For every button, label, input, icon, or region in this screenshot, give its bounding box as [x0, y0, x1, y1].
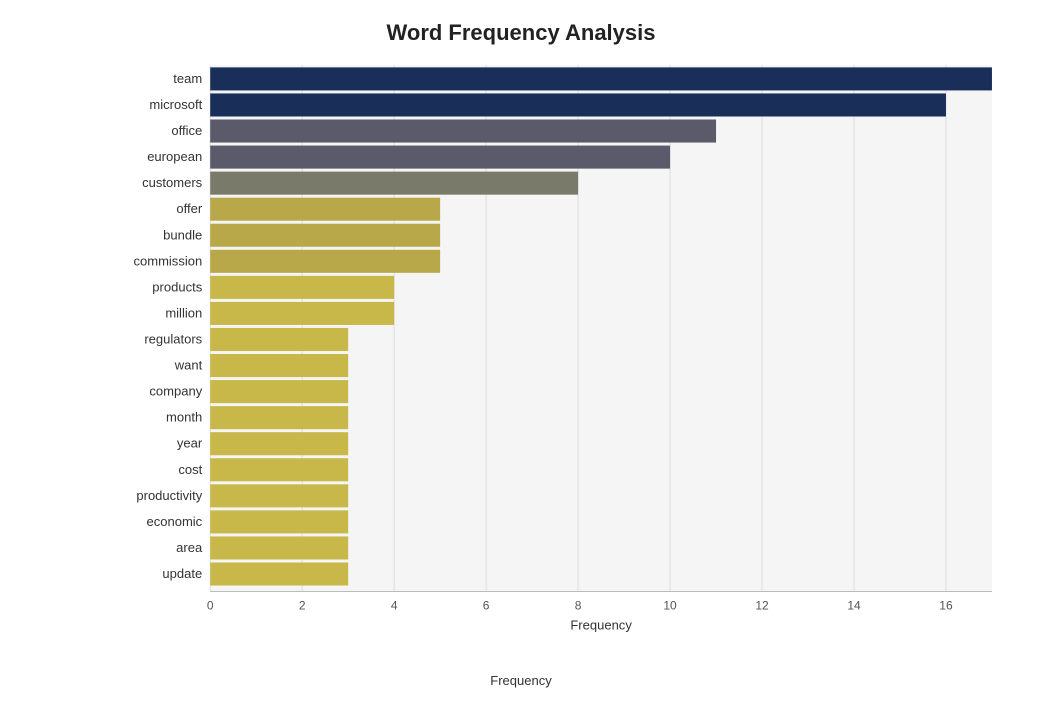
svg-text:Frequency: Frequency	[570, 618, 632, 633]
svg-text:commission: commission	[133, 253, 202, 268]
svg-text:4: 4	[391, 599, 398, 613]
svg-text:12: 12	[755, 599, 769, 613]
svg-text:regulators: regulators	[144, 331, 202, 346]
svg-text:bundle: bundle	[163, 227, 202, 242]
svg-text:products: products	[152, 279, 202, 294]
svg-text:update: update	[162, 566, 202, 581]
chart-title: Word Frequency Analysis	[30, 20, 1012, 46]
svg-text:productivity: productivity	[136, 488, 202, 503]
svg-text:team: team	[173, 71, 202, 86]
svg-text:10: 10	[663, 599, 677, 613]
svg-text:european: european	[147, 149, 202, 164]
svg-text:6: 6	[483, 599, 490, 613]
svg-text:economic: economic	[146, 514, 202, 529]
svg-text:offer: offer	[176, 201, 202, 216]
svg-text:0: 0	[207, 599, 214, 613]
svg-text:area: area	[176, 540, 203, 555]
chart-container: Word Frequency Analysis 0 2 4 6 8 10 12 14 16 tea…	[0, 0, 1042, 701]
svg-text:customers: customers	[142, 175, 203, 190]
x-axis-title: Frequency	[30, 673, 1012, 688]
svg-text:16: 16	[939, 599, 953, 613]
svg-text:2: 2	[299, 599, 306, 613]
svg-text:million: million	[165, 305, 202, 320]
svg-text:cost: cost	[178, 462, 202, 477]
svg-text:8: 8	[575, 599, 582, 613]
chart-svg: 0 2 4 6 8 10 12 14 16 team microsoft office european…	[110, 56, 1012, 636]
svg-text:14: 14	[847, 599, 861, 613]
svg-text:year: year	[177, 436, 203, 451]
svg-text:want: want	[174, 358, 203, 373]
svg-text:microsoft: microsoft	[149, 97, 202, 112]
chart-area: 0 2 4 6 8 10 12 14 16 team microsoft office european…	[110, 56, 1012, 636]
svg-text:company: company	[149, 384, 202, 399]
svg-text:month: month	[166, 410, 202, 425]
svg-text:office: office	[171, 123, 202, 138]
